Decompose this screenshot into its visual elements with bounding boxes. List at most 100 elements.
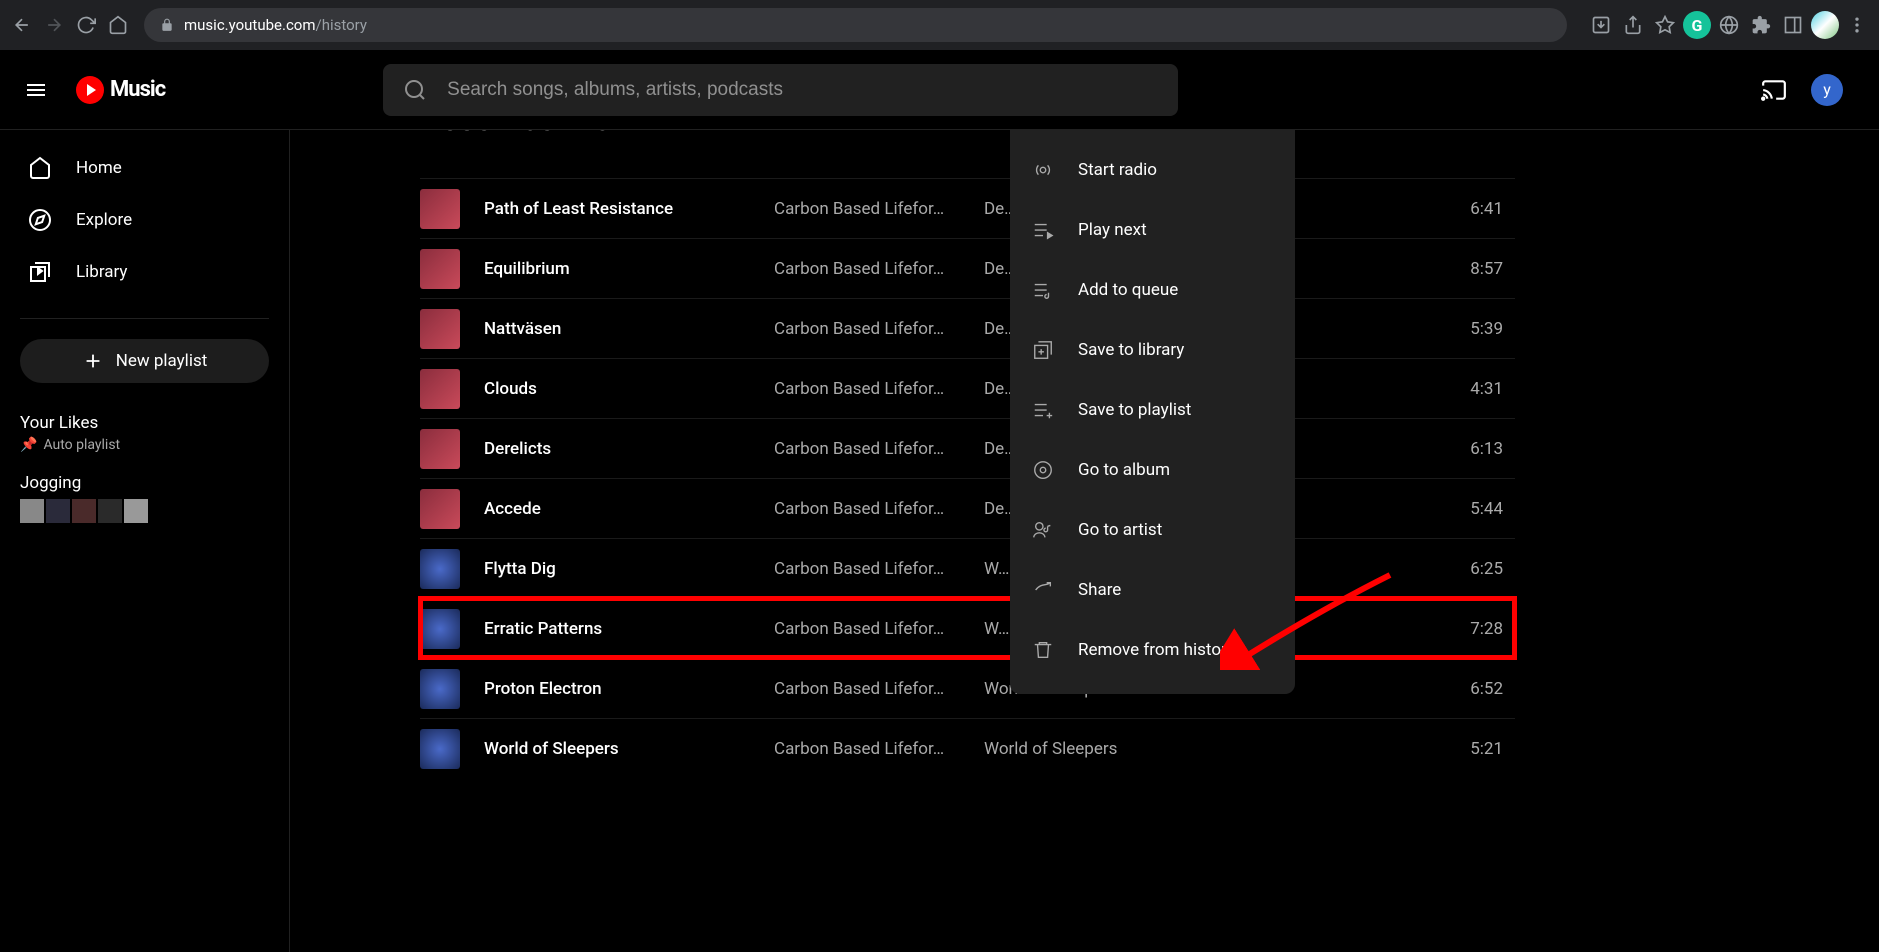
track-duration: 8:57 [1470, 259, 1503, 279]
track-duration: 7:28 [1470, 619, 1503, 639]
context-menu-item[interactable]: Save to playlist [1010, 380, 1295, 440]
track-title: World of Sleepers [484, 739, 774, 759]
track-title: Nattväsen [484, 319, 774, 339]
nav-library[interactable]: Library [12, 246, 277, 298]
new-playlist-button[interactable]: New playlist [20, 339, 269, 383]
reload-icon[interactable] [72, 11, 100, 39]
context-menu-item[interactable]: Share [1010, 560, 1295, 620]
track-row[interactable]: World of Sleepers Carbon Based Lifefor… … [420, 718, 1515, 778]
ctx-icon [1030, 157, 1056, 183]
context-menu-item[interactable]: Start radio [1010, 140, 1295, 200]
ctx-label: Save to library [1078, 340, 1184, 360]
jogging-playlist[interactable]: Jogging [20, 473, 269, 493]
sidepanel-icon[interactable] [1779, 11, 1807, 39]
menu-icon[interactable] [1843, 11, 1871, 39]
track-row[interactable]: Derelicts Carbon Based Lifefor… De… 6:13 [420, 418, 1515, 478]
context-menu-item[interactable]: Play next [1010, 200, 1295, 260]
track-artist: Carbon Based Lifefor… [774, 619, 964, 639]
ctx-icon [1030, 397, 1056, 423]
track-thumbnail [420, 549, 460, 589]
home-icon[interactable] [104, 11, 132, 39]
track-thumbnail [420, 249, 460, 289]
grammarly-icon[interactable]: G [1683, 11, 1711, 39]
ctx-label: Share [1078, 580, 1121, 600]
track-row[interactable]: Flytta Dig Carbon Based Lifefor… W… 6:25 [420, 538, 1515, 598]
track-duration: 4:31 [1470, 379, 1503, 399]
context-menu-item[interactable]: Add to queue [1010, 260, 1295, 320]
ctx-icon [1030, 637, 1056, 663]
track-duration: 5:39 [1470, 319, 1503, 339]
track-thumbnail [420, 489, 460, 529]
back-icon[interactable] [8, 11, 36, 39]
profile-avatar[interactable] [1811, 11, 1839, 39]
context-menu-item[interactable]: Remove from history [1010, 620, 1295, 680]
ctx-label: Go to album [1078, 460, 1170, 480]
track-artist: Carbon Based Lifefor… [774, 559, 964, 579]
track-row[interactable]: Erratic Patterns Carbon Based Lifefor… W… [420, 598, 1515, 658]
bookmark-icon[interactable] [1651, 11, 1679, 39]
hamburger-icon[interactable] [16, 70, 56, 110]
ctx-icon [1030, 277, 1056, 303]
ctx-label: Go to artist [1078, 520, 1162, 540]
track-duration: 6:25 [1470, 559, 1503, 579]
main-content: December 2022 Path of Least Resistance C… [290, 130, 1879, 952]
nav-home[interactable]: Home [12, 142, 277, 194]
track-row[interactable]: Accede Carbon Based Lifefor… De… 5:44 [420, 478, 1515, 538]
context-menu-item[interactable]: Save to library [1010, 320, 1295, 380]
cast-icon[interactable] [1761, 77, 1787, 103]
logo[interactable]: Music [76, 76, 165, 104]
track-thumbnail [420, 429, 460, 469]
track-artist: Carbon Based Lifefor… [774, 499, 964, 519]
track-row[interactable]: Clouds Carbon Based Lifefor… De… 4:31 [420, 358, 1515, 418]
nav-label: Explore [76, 210, 132, 230]
context-menu-item[interactable]: Go to album [1010, 440, 1295, 500]
track-duration: 6:52 [1470, 679, 1503, 699]
pin-icon: 📌 [20, 437, 37, 453]
lock-icon [160, 18, 174, 32]
track-title: Proton Electron [484, 679, 774, 699]
ctx-icon [1030, 577, 1056, 603]
track-duration: 6:41 [1470, 199, 1503, 219]
forward-icon[interactable] [40, 11, 68, 39]
nav-label: Library [76, 262, 127, 282]
track-thumbnail [420, 669, 460, 709]
user-avatar[interactable]: y [1811, 74, 1843, 106]
track-artist: Carbon Based Lifefor… [774, 379, 964, 399]
track-row[interactable]: Nattväsen Carbon Based Lifefor… De… 5:39 [420, 298, 1515, 358]
explore-icon [28, 208, 52, 232]
home-icon [28, 156, 52, 180]
track-row[interactable]: Equilibrium Carbon Based Lifefor… De… 8:… [420, 238, 1515, 298]
track-title: Path of Least Resistance [484, 199, 774, 219]
url-text: music.youtube.com/history [184, 16, 367, 34]
ctx-icon [1030, 337, 1056, 363]
url-bar[interactable]: music.youtube.com/history [144, 8, 1567, 42]
track-title: Flytta Dig [484, 559, 774, 579]
search-icon [403, 78, 427, 102]
install-icon[interactable] [1587, 11, 1615, 39]
track-row[interactable]: Proton Electron Carbon Based Lifefor… Wo… [420, 658, 1515, 718]
track-row[interactable]: Path of Least Resistance Carbon Based Li… [420, 178, 1515, 238]
your-likes-title[interactable]: Your Likes [20, 413, 269, 433]
context-menu-item[interactable]: Go to artist [1010, 500, 1295, 560]
logo-icon [76, 76, 104, 104]
library-icon [28, 260, 52, 284]
ctx-label: Start radio [1078, 160, 1157, 180]
plus-icon [82, 350, 104, 372]
nav-label: Home [76, 158, 122, 178]
track-title: Accede [484, 499, 774, 519]
sidebar: Home Explore Library New playlist Your L… [0, 130, 290, 952]
share-icon[interactable] [1619, 11, 1647, 39]
track-duration: 6:13 [1470, 439, 1503, 459]
ctx-label: Play next [1078, 220, 1147, 240]
extensions-icon[interactable] [1747, 11, 1775, 39]
nav-explore[interactable]: Explore [12, 194, 277, 246]
track-title: Equilibrium [484, 259, 774, 279]
search-input[interactable] [447, 79, 1158, 101]
globe-icon[interactable] [1715, 11, 1743, 39]
search-bar[interactable] [383, 64, 1178, 116]
ctx-icon [1030, 517, 1056, 543]
track-artist: Carbon Based Lifefor… [774, 319, 964, 339]
track-title: Derelicts [484, 439, 774, 459]
new-playlist-label: New playlist [116, 351, 208, 371]
track-list: Path of Least Resistance Carbon Based Li… [420, 178, 1515, 778]
